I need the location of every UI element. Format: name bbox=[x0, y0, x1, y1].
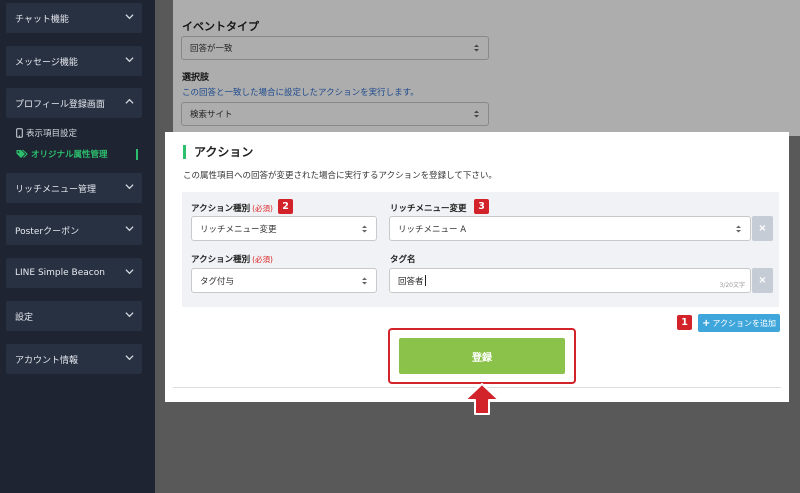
add-action-label: アクションを追加 bbox=[712, 318, 776, 328]
action-type-label: アクション種別 (必須) bbox=[191, 202, 273, 214]
select-arrows-icon bbox=[362, 277, 367, 284]
action-type-value: タグ付与 bbox=[200, 276, 235, 287]
step-badge-3: 3 bbox=[474, 199, 489, 214]
required-mark: (必須) bbox=[252, 255, 273, 264]
sidebar-item-profile[interactable]: プロフィール登録画面 bbox=[6, 88, 142, 118]
tag-name-label: タグ名 bbox=[390, 255, 416, 265]
sidebar-item-account[interactable]: アカウント情報 bbox=[6, 344, 142, 374]
step-badge-1: 1 bbox=[677, 315, 692, 330]
richmenu-select[interactable]: リッチメニュー A bbox=[389, 216, 751, 241]
sidebar-item-message[interactable]: メッセージ機能 bbox=[6, 46, 142, 76]
chevron-down-icon bbox=[125, 269, 134, 275]
sidebar: チャット機能 メッセージ機能 プロフィール登録画面 表示項目設定 オリジナル属性… bbox=[0, 0, 155, 493]
panel-title: アクション bbox=[183, 145, 253, 159]
chevron-down-icon bbox=[125, 355, 134, 361]
chevron-down-icon bbox=[125, 312, 134, 318]
plus-icon: + bbox=[702, 317, 711, 329]
sidebar-item-label: Posterクーポン bbox=[15, 226, 80, 237]
richmenu-change-label: リッチメニュー変更 bbox=[390, 204, 467, 214]
tag-name-input[interactable]: 回答者 3/20文字 bbox=[389, 268, 751, 293]
sidebar-item-poster-coupon[interactable]: Posterクーポン bbox=[6, 215, 142, 245]
text-caret bbox=[424, 275, 426, 286]
required-mark: (必須) bbox=[252, 204, 273, 213]
action-type-label-text: アクション種別 bbox=[191, 204, 251, 214]
sidebar-subitem-label: オリジナル属性管理 bbox=[31, 150, 108, 160]
remove-action-button[interactable]: × bbox=[752, 216, 773, 241]
sidebar-item-label: チャット機能 bbox=[15, 14, 69, 25]
action-form: アクション種別 (必須) 2 リッチメニュー変更 リッチメニュー変更 3 リッチメ… bbox=[182, 192, 779, 307]
active-indicator bbox=[136, 149, 138, 160]
select-arrows-icon bbox=[736, 225, 741, 232]
chevron-down-icon bbox=[125, 14, 134, 20]
sidebar-item-label: プロフィール登録画面 bbox=[15, 99, 105, 110]
action-type-label: アクション種別 (必須) bbox=[191, 253, 273, 265]
chevron-up-icon bbox=[125, 98, 134, 104]
action-type-label-text: アクション種別 bbox=[191, 255, 251, 265]
sidebar-item-settings[interactable]: 設定 bbox=[6, 301, 142, 331]
sidebar-subitem-label: 表示項目設定 bbox=[26, 129, 78, 139]
action-type-select[interactable]: リッチメニュー変更 bbox=[191, 216, 377, 241]
remove-action-button[interactable]: × bbox=[752, 268, 773, 293]
submit-button[interactable]: 登録 bbox=[399, 338, 565, 374]
add-action-button[interactable]: + アクションを追加 bbox=[698, 314, 780, 332]
sidebar-item-label: 設定 bbox=[15, 312, 34, 323]
step-badge-2: 2 bbox=[278, 199, 293, 214]
sidebar-item-richmenu[interactable]: リッチメニュー管理 bbox=[6, 173, 142, 203]
action-type-value: リッチメニュー変更 bbox=[200, 224, 277, 235]
chevron-down-icon bbox=[125, 57, 134, 63]
sidebar-item-chat[interactable]: チャット機能 bbox=[6, 3, 142, 33]
tags-icon bbox=[16, 149, 28, 158]
action-panel: アクション この属性項目への回答が変更された場合に実行するアクションを登録して下… bbox=[165, 132, 789, 402]
chevron-down-icon bbox=[125, 226, 134, 232]
action-type-select[interactable]: タグ付与 bbox=[191, 268, 377, 293]
sidebar-item-label: アカウント情報 bbox=[15, 355, 79, 366]
sidebar-item-beacon[interactable]: LINE Simple Beacon bbox=[6, 258, 142, 288]
sidebar-item-label: LINE Simple Beacon bbox=[15, 268, 105, 278]
sidebar-item-label: メッセージ機能 bbox=[15, 57, 78, 68]
select-arrows-icon bbox=[362, 225, 367, 232]
arrow-up-icon bbox=[464, 383, 500, 415]
sidebar-subitem-original-attributes[interactable]: オリジナル属性管理 bbox=[16, 148, 108, 160]
chevron-down-icon bbox=[125, 184, 134, 190]
sidebar-item-label: リッチメニュー管理 bbox=[15, 184, 97, 195]
tag-name-value: 回答者 bbox=[398, 276, 424, 287]
richmenu-value: リッチメニュー A bbox=[398, 224, 467, 235]
smartphone-icon bbox=[16, 128, 23, 138]
panel-description: この属性項目への回答が変更された場合に実行するアクションを登録して下さい。 bbox=[183, 171, 497, 181]
sidebar-subitem-display-settings[interactable]: 表示項目設定 bbox=[16, 127, 77, 139]
char-counter: 3/20文字 bbox=[719, 282, 745, 289]
